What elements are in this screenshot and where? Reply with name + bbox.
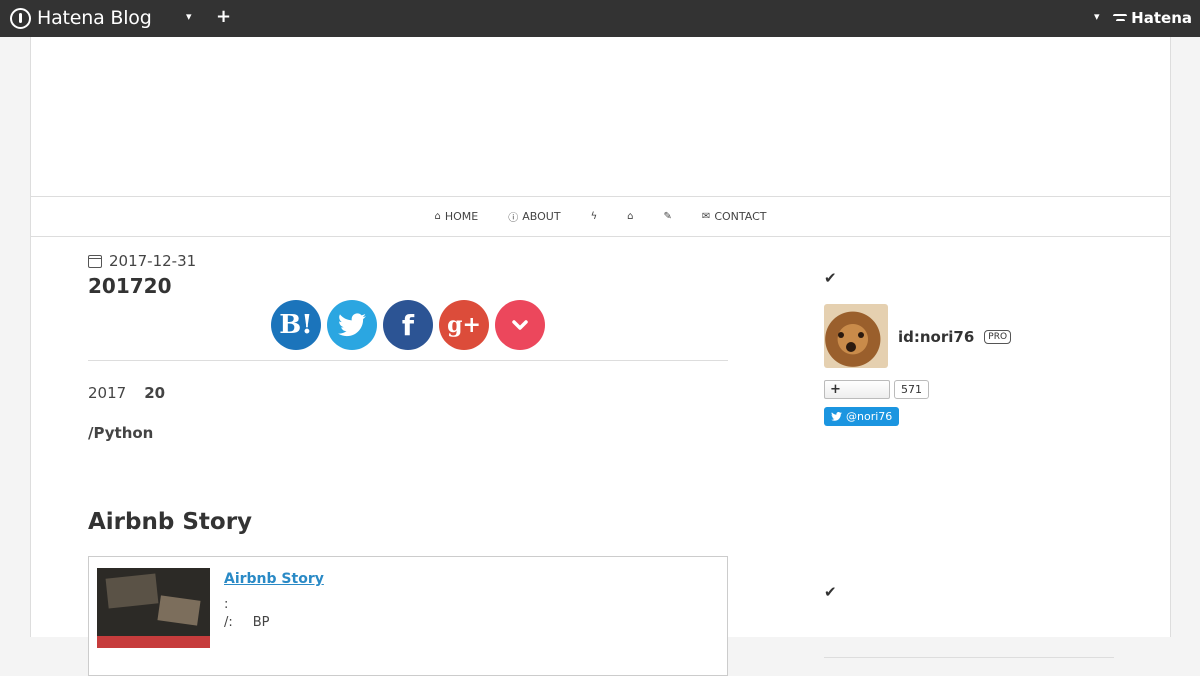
hatena-blog-logo-icon xyxy=(10,7,31,29)
nav-bolt[interactable]: ϟ xyxy=(576,211,613,222)
profile-name-row: id:nori76 PRO xyxy=(898,306,1012,368)
blog-header xyxy=(31,37,1170,197)
sidebar: ✔ id:nori76 PRO + 571 @nori76 ✔ xyxy=(824,269,1114,658)
hatena-bookmark-icon: B! xyxy=(279,310,313,340)
bolt-icon: ϟ xyxy=(590,211,598,222)
sidebar-divider xyxy=(824,657,1114,658)
hatena-mark-icon xyxy=(1113,12,1128,24)
section-heading: Airbnb Story xyxy=(88,509,253,535)
share-buttons: B! f g+ xyxy=(271,300,545,350)
embed-publisher: /: BP xyxy=(224,615,270,630)
article-title[interactable]: 201720 xyxy=(88,274,728,298)
twitter-bird-icon xyxy=(831,412,842,421)
nav-contact[interactable]: ✉ CONTACT xyxy=(687,210,782,223)
hatena-logo[interactable]: Hatena xyxy=(1113,9,1192,27)
hatena-blog-logo[interactable]: Hatena Blog xyxy=(10,7,152,29)
pro-badge: PRO xyxy=(984,330,1012,344)
date-text: 2017-12-31 xyxy=(109,252,197,270)
book-cover-image[interactable] xyxy=(97,568,210,648)
nav-about[interactable]: ⓘ ABOUT xyxy=(493,209,575,224)
cover-shape xyxy=(97,636,210,648)
facebook-share-button[interactable]: f xyxy=(383,300,433,350)
profile-module: id:nori76 PRO xyxy=(824,304,1012,368)
google-plus-icon: g+ xyxy=(447,312,481,338)
info-icon: ⓘ xyxy=(508,213,519,224)
twitter-follow-button[interactable]: @nori76 xyxy=(824,407,900,426)
profile-name[interactable]: id:nori76 xyxy=(898,328,974,346)
intro-year: 2017 xyxy=(88,384,127,402)
graduation-cap-icon: ⌂ xyxy=(627,211,634,222)
hatena-bookmark-button[interactable]: B! xyxy=(271,300,321,350)
intro-paragraph: 2017 20 xyxy=(88,384,165,402)
account-menu-chevron-icon[interactable]: ▾ xyxy=(1094,10,1100,23)
embed-publisher-value: BP xyxy=(252,615,270,630)
subscribe-module: + 571 xyxy=(824,380,929,399)
add-icon[interactable]: + xyxy=(216,6,231,27)
home-icon: ⌂ xyxy=(434,211,441,222)
twitter-handle: @nori76 xyxy=(846,410,893,423)
check-icon: ✔ xyxy=(824,269,837,287)
nav-home[interactable]: ⌂ HOME xyxy=(420,210,494,223)
cover-shape xyxy=(105,573,159,609)
global-nav: ⌂ HOME ⓘ ABOUT ϟ ⌂ ✎ ✉ CONTACT xyxy=(31,197,1170,237)
article-date[interactable]: 2017-12-31 xyxy=(88,252,728,270)
nav-education[interactable]: ⌂ xyxy=(612,211,648,222)
article-divider xyxy=(88,360,728,361)
nav-contact-label: CONTACT xyxy=(714,210,767,223)
embed-author: : xyxy=(224,597,229,612)
nav-tools[interactable]: ✎ xyxy=(649,211,687,222)
top-bar: Hatena Blog ▾ + ▾ Hatena xyxy=(0,0,1200,37)
cover-shape xyxy=(157,595,201,626)
category-paragraph: /Python xyxy=(88,424,154,442)
pocket-icon xyxy=(512,320,528,330)
wrench-icon: ✎ xyxy=(663,211,672,222)
nav-about-label: ABOUT xyxy=(522,210,561,223)
check-icon: ✔ xyxy=(824,583,837,601)
embed-publisher-label: /: xyxy=(224,615,233,630)
calendar-icon xyxy=(88,254,102,268)
google-plus-share-button[interactable]: g+ xyxy=(439,300,489,350)
intro-count: 20 xyxy=(144,384,166,402)
hatena-text: Hatena xyxy=(1131,9,1192,27)
article: 2017-12-31 2017 20 B! f g+ 2017 20 /Pytho… xyxy=(88,252,728,676)
twitter-share-button[interactable] xyxy=(327,300,377,350)
subscribe-button[interactable]: + xyxy=(824,380,890,399)
avatar[interactable] xyxy=(824,304,888,368)
nav-home-label: HOME xyxy=(444,210,479,223)
facebook-icon: f xyxy=(401,308,415,342)
chevron-down-icon[interactable]: ▾ xyxy=(186,10,192,23)
twitter-bird-icon xyxy=(338,313,366,337)
pocket-share-button[interactable] xyxy=(495,300,545,350)
brand-text: Hatena Blog xyxy=(37,7,152,29)
amazon-embed-card: Airbnb Story : /: BP xyxy=(88,556,728,676)
main-container: ⌂ HOME ⓘ ABOUT ϟ ⌂ ✎ ✉ CONTACT 2017-12-3… xyxy=(30,37,1171,676)
envelope-icon: ✉ xyxy=(701,211,711,222)
subscriber-count: 571 xyxy=(894,380,929,399)
embed-title-link[interactable]: Airbnb Story xyxy=(224,571,324,587)
